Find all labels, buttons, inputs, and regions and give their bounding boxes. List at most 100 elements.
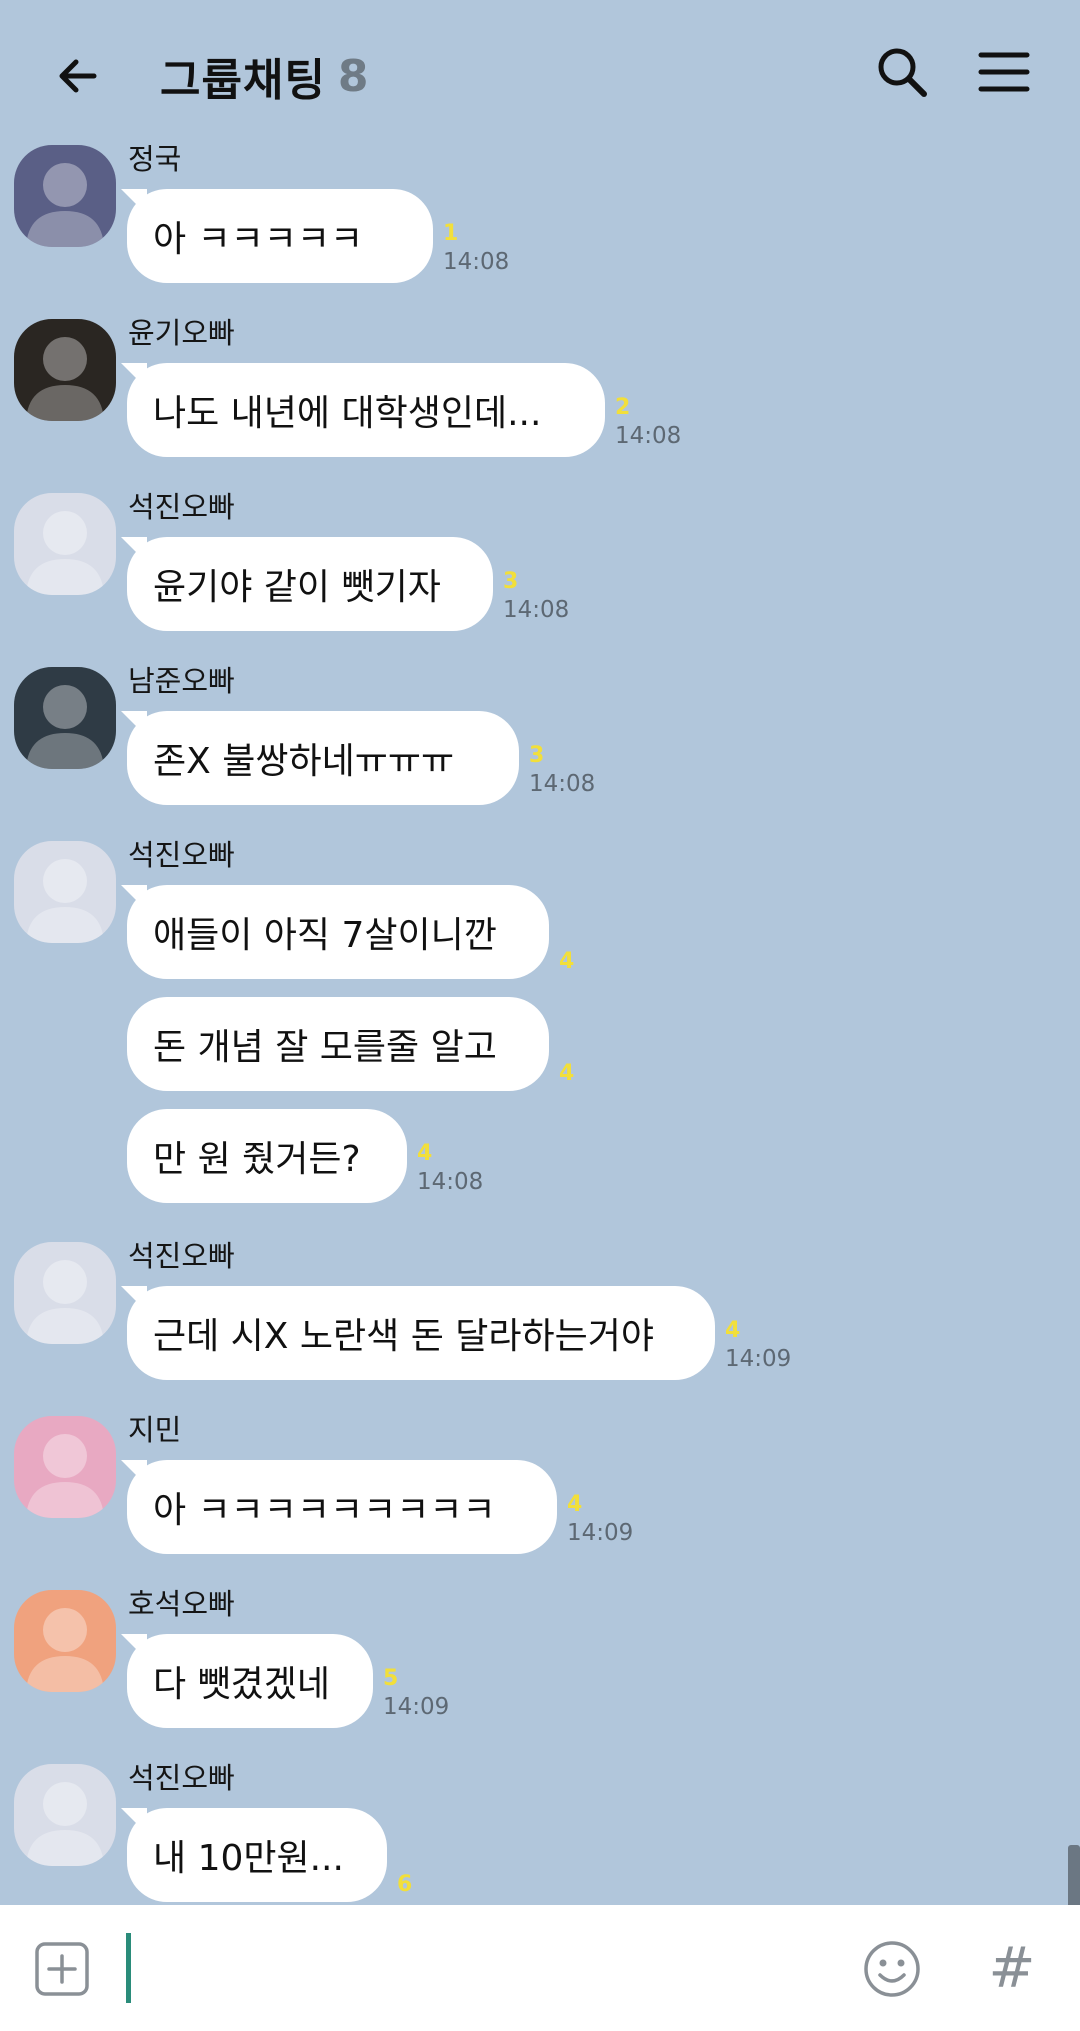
sender-name: 석진오빠	[128, 838, 235, 872]
sender-name: 석진오빠	[128, 1239, 235, 1273]
member-count: 8	[337, 50, 369, 102]
message-input-bar: #	[0, 1905, 1080, 2031]
message-time: 14:09	[383, 1694, 450, 1720]
message-meta: 4	[559, 951, 574, 973]
message-bubble[interactable]: 아 ㅋㅋㅋㅋㅋ	[127, 189, 433, 283]
unread-count: 3	[529, 743, 545, 768]
message-bubble[interactable]: 돈 개념 잘 모를줄 알고	[127, 997, 549, 1091]
unread-count: 5	[383, 1666, 399, 1691]
unread-count: 4	[567, 1492, 583, 1517]
message-meta: 3 14:08	[529, 745, 595, 796]
unread-count: 2	[615, 395, 631, 420]
sender-name: 정국	[128, 145, 182, 176]
message-text: 애들이 아직 7살이니깐	[153, 915, 497, 956]
message-time: 14:08	[529, 771, 596, 797]
message-list[interactable]: 정국아 ㅋㅋㅋㅋㅋ 1 14:08 윤기오빠나도 내년에 대학생인데... 2 14:08…	[0, 145, 1080, 1905]
message-bubble[interactable]: 만 원 줬거든?	[127, 1109, 407, 1203]
profile-silhouette-icon	[26, 1608, 104, 1692]
message-text: 존X 불쌍하네ㅠㅠㅠ	[153, 741, 455, 782]
message-meta: 2 14:08	[615, 397, 681, 448]
message-time: 14:08	[417, 1169, 484, 1195]
avatar[interactable]	[14, 841, 116, 943]
avatar[interactable]	[14, 667, 116, 769]
unread-count: 3	[503, 569, 519, 594]
message-text: 나도 내년에 대학생인데...	[153, 393, 542, 434]
arrow-left-icon	[59, 59, 97, 93]
unread-count: 4	[559, 949, 575, 974]
profile-silhouette-icon	[26, 1260, 104, 1344]
chat-screen: 그룹채팅 8 정국아 ㅋㅋㅋㅋㅋ 1 14:08 윤기오빠나도 내년에 대학생인데..…	[0, 0, 1080, 2031]
scrollbar[interactable]	[1068, 1845, 1080, 1905]
search-icon	[878, 48, 927, 97]
message-bubble[interactable]: 아 ㅋㅋㅋㅋㅋㅋㅋㅋㅋ	[127, 1460, 557, 1554]
message-meta: 4 14:09	[567, 1494, 633, 1545]
hamburger-menu-icon	[978, 52, 1030, 92]
unread-count: 6	[397, 1872, 413, 1897]
message-bubble[interactable]: 애들이 아직 7살이니깐	[127, 885, 549, 979]
message-meta: 4 14:09	[725, 1320, 791, 1371]
avatar[interactable]	[14, 493, 116, 595]
plus-square-icon	[35, 1942, 89, 1996]
chat-title: 그룹채팅 8	[160, 40, 369, 112]
profile-silhouette-icon	[26, 1434, 104, 1518]
message-time: 14:08	[615, 423, 682, 449]
sender-name: 호석오빠	[128, 1587, 235, 1621]
message-meta: 4 14:08	[417, 1143, 483, 1194]
message-bubble[interactable]: 근데 시X 노란색 돈 달라하는거야	[127, 1286, 715, 1380]
search-button[interactable]	[866, 36, 938, 108]
attach-button[interactable]	[34, 1941, 90, 1997]
sender-name: 석진오빠	[128, 490, 235, 524]
message-bubble[interactable]: 나도 내년에 대학생인데...	[127, 363, 605, 457]
profile-silhouette-icon	[26, 859, 104, 943]
sender-name: 지민	[128, 1413, 182, 1447]
message-text: 만 원 줬거든?	[153, 1139, 361, 1180]
avatar[interactable]	[14, 319, 116, 421]
back-button[interactable]	[42, 40, 114, 112]
avatar[interactable]	[14, 1764, 116, 1866]
message-text: 다 뺏겼겠네	[153, 1664, 331, 1705]
message-text: 윤기야 같이 뺏기자	[153, 567, 441, 608]
message-input[interactable]	[140, 1933, 844, 2005]
message-time: 14:09	[725, 1346, 792, 1372]
profile-silhouette-icon	[26, 163, 104, 247]
message-meta: 4	[559, 1063, 574, 1085]
unread-count: 4	[417, 1141, 433, 1166]
message-text: 근데 시X 노란색 돈 달라하는거야	[153, 1316, 654, 1357]
unread-count: 1	[443, 221, 459, 246]
profile-silhouette-icon	[26, 511, 104, 595]
message-text: 아 ㅋㅋㅋㅋㅋㅋㅋㅋㅋ	[153, 1490, 496, 1531]
hashtag-button[interactable]: #	[984, 1935, 1040, 2001]
profile-silhouette-icon	[26, 685, 104, 769]
message-meta: 3 14:08	[503, 571, 569, 622]
emoji-button[interactable]	[862, 1939, 922, 1999]
unread-count: 4	[559, 1061, 575, 1086]
message-bubble[interactable]: 존X 불쌍하네ㅠㅠㅠ	[127, 711, 519, 805]
message-bubble[interactable]: 다 뺏겼겠네	[127, 1634, 373, 1728]
message-text: 내 10만원...	[153, 1838, 344, 1879]
avatar[interactable]	[14, 145, 116, 247]
message-meta: 5 14:09	[383, 1668, 449, 1719]
avatar[interactable]	[14, 1590, 116, 1692]
avatar[interactable]	[14, 1242, 116, 1344]
menu-button[interactable]	[968, 36, 1040, 108]
message-text: 아 ㅋㅋㅋㅋㅋ	[153, 219, 364, 260]
message-meta: 1 14:08	[443, 223, 509, 274]
sender-name: 석진오빠	[128, 1761, 235, 1795]
message-time: 14:09	[567, 1520, 634, 1546]
profile-silhouette-icon	[26, 1782, 104, 1866]
sender-name: 남준오빠	[128, 664, 235, 698]
avatar[interactable]	[14, 1416, 116, 1518]
smiley-icon	[864, 1941, 920, 1997]
chat-header: 그룹채팅 8	[0, 0, 1080, 145]
message-bubble[interactable]: 내 10만원...	[127, 1808, 387, 1902]
unread-count: 4	[725, 1318, 741, 1343]
sender-name: 윤기오빠	[128, 316, 235, 350]
message-time: 14:08	[443, 249, 510, 275]
room-name: 그룹채팅	[160, 55, 326, 106]
message-bubble[interactable]: 윤기야 같이 뺏기자	[127, 537, 493, 631]
message-meta: 6	[397, 1874, 412, 1896]
message-text: 돈 개념 잘 모를줄 알고	[153, 1027, 497, 1068]
text-cursor	[126, 1933, 131, 2003]
message-time: 14:08	[503, 597, 570, 623]
profile-silhouette-icon	[26, 337, 104, 421]
